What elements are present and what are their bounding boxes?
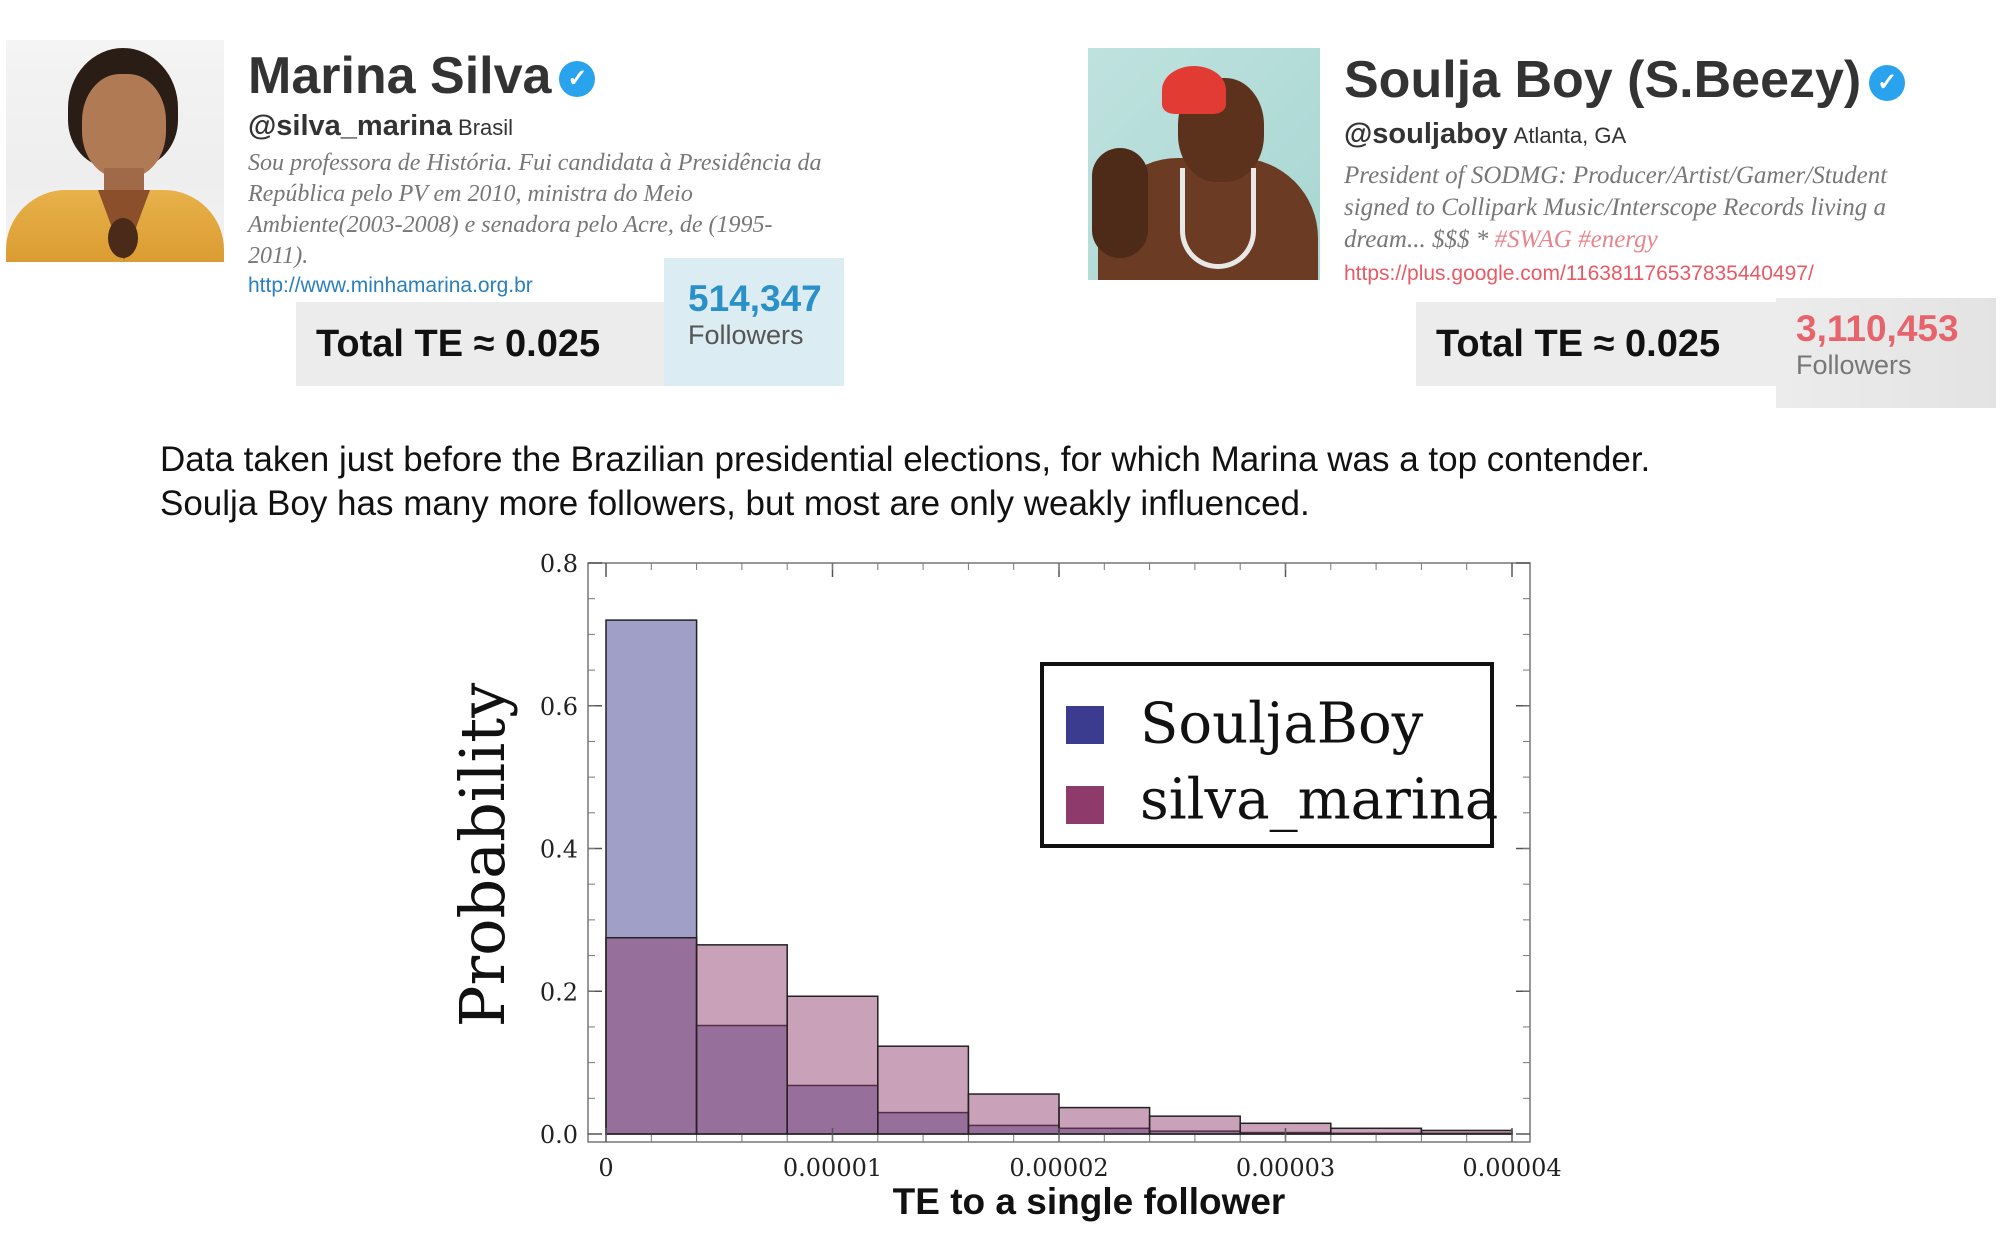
bar-silva-marina — [786, 995, 879, 1135]
bar-silva-marina — [967, 1093, 1060, 1135]
y-tick-label: 0.6 — [540, 693, 578, 721]
y-tick-label: 0.4 — [540, 836, 578, 864]
x-tick-label: 0.00003 — [1236, 1154, 1335, 1182]
x-tick-label: 0.00002 — [1009, 1154, 1108, 1182]
bar-silva-marina — [1058, 1106, 1151, 1135]
bar-silva-marina — [695, 944, 788, 1135]
bar-silva-marina — [1148, 1115, 1241, 1135]
bar-silva-marina — [877, 1045, 970, 1135]
y-tick-label: 0.8 — [540, 550, 578, 578]
legend-swatch-souljaboy — [1066, 706, 1104, 744]
y-tick-label: 0.2 — [540, 978, 578, 1006]
x-tick-label: 0 — [598, 1154, 613, 1182]
x-axis-label: TE to a single follower — [893, 1181, 1286, 1222]
bar-silva-marina — [1330, 1127, 1423, 1135]
bar-silva-marina — [605, 936, 698, 1135]
y-axis-label: Probability — [446, 683, 519, 1027]
y-tick-label: 0.0 — [540, 1121, 578, 1149]
legend-label-souljaboy: SouljaBoy — [1140, 692, 1424, 757]
legend-label-silva-marina: silva_marina — [1140, 768, 1498, 833]
legend-swatch-silva-marina — [1066, 786, 1104, 824]
bar-silva-marina — [1420, 1129, 1513, 1135]
histogram-chart: 0.0 0.2 0.4 0.6 0.8 0 0.00001 0.00002 0.00003 0.0… — [446, 550, 1562, 1222]
x-tick-label: 0.00004 — [1462, 1154, 1561, 1182]
x-tick-label: 0.00001 — [783, 1154, 882, 1182]
